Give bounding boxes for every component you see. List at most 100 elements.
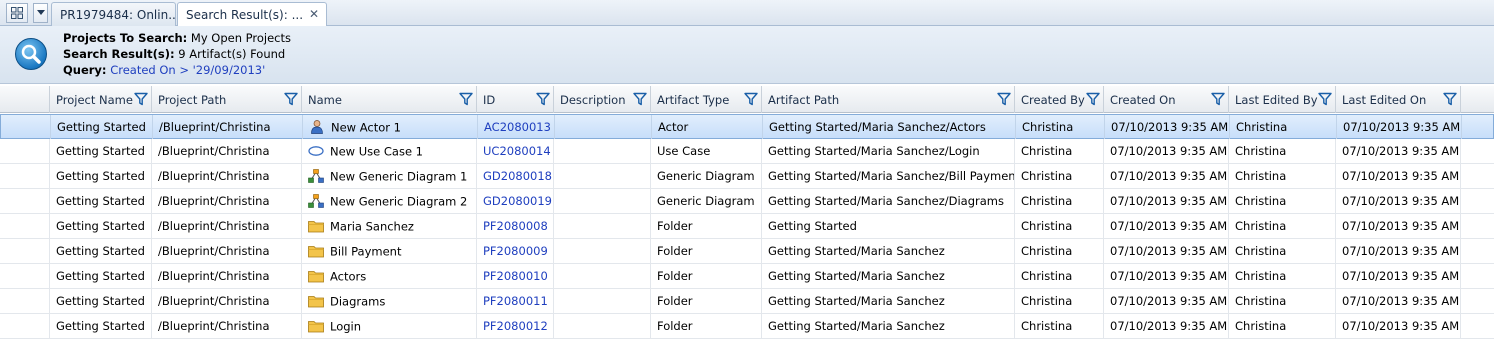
column-header-artifact-type[interactable]: Artifact Type — [651, 86, 762, 113]
cell-description — [554, 239, 651, 263]
cell-name: New Generic Diagram 1 — [302, 164, 477, 188]
column-header-created-on[interactable]: Created On — [1104, 86, 1229, 113]
table-row[interactable]: Getting Started/Blueprint/Christina Actor… — [0, 264, 1494, 289]
column-header-last-edited-on[interactable]: Last Edited On — [1336, 86, 1461, 113]
cell-edited-by: Christina — [1230, 115, 1337, 139]
cell-edited-by: Christina — [1229, 314, 1336, 338]
column-header-project-path[interactable]: Project Path — [152, 86, 302, 113]
row-selector[interactable] — [0, 214, 50, 238]
row-selector[interactable] — [0, 314, 50, 338]
artifact-id-link[interactable]: PF2080009 — [483, 244, 548, 258]
column-header-description[interactable]: Description — [554, 86, 651, 113]
cell-path: /Blueprint/Christina — [152, 289, 302, 313]
tab-grid-menu-button[interactable] — [6, 3, 28, 23]
generic-diagram-icon — [308, 193, 324, 208]
filter-icon[interactable] — [1086, 92, 1100, 106]
artifact-name: Login — [330, 319, 362, 334]
cell-name: New Actor 1 — [303, 115, 478, 139]
cell-type: Generic Diagram — [651, 189, 762, 213]
cell-path: /Blueprint/Christina — [152, 264, 302, 288]
cell-edited-on: 07/10/2013 9:35 AM — [1336, 164, 1461, 188]
filter-icon[interactable] — [134, 92, 148, 106]
artifact-id-link[interactable]: UC2080014 — [483, 144, 551, 158]
column-header-name[interactable]: Name — [302, 86, 477, 113]
row-selector[interactable] — [0, 189, 50, 213]
artifact-id-link[interactable]: GD2080019 — [483, 194, 552, 208]
column-header-artifact-path[interactable]: Artifact Path — [762, 86, 1015, 113]
cell-id: UC2080014 — [477, 139, 554, 163]
cell-project: Getting Started — [50, 289, 152, 313]
filter-icon[interactable] — [633, 92, 647, 106]
cell-edited-by: Christina — [1229, 289, 1336, 313]
column-header-label: Artifact Type — [657, 93, 730, 107]
row-selector[interactable] — [0, 164, 50, 188]
tab-strip: PR1979484: Onlin... Search Result(s): ..… — [0, 0, 1494, 27]
filter-icon[interactable] — [1211, 92, 1225, 106]
cell-edited-on: 07/10/2013 9:35 AM — [1336, 314, 1461, 338]
folder-icon — [308, 244, 324, 258]
close-icon[interactable]: ✕ — [309, 7, 319, 21]
artifact-id-link[interactable]: PF2080011 — [483, 294, 548, 308]
cell-artifact-path: Getting Started/Maria Sanchez/Login — [762, 139, 1015, 163]
cell-id: PF2080009 — [477, 239, 554, 263]
table-row[interactable]: Getting Started/Blueprint/Christina New G… — [0, 189, 1494, 214]
cell-type: Use Case — [651, 139, 762, 163]
grid-header: Project Name Project Path Name ID Descriptio… — [0, 86, 1494, 113]
column-header-id[interactable]: ID — [477, 86, 554, 113]
tab-list-dropdown-button[interactable] — [33, 3, 48, 23]
column-header-project-name[interactable]: Project Name — [50, 86, 152, 113]
cell-name: Maria Sanchez — [302, 214, 477, 238]
filter-icon[interactable] — [1443, 92, 1457, 106]
cell-type: Generic Diagram — [651, 164, 762, 188]
artifact-name: New Generic Diagram 1 — [330, 169, 468, 184]
cell-description — [554, 314, 651, 338]
cell-project: Getting Started — [51, 115, 153, 139]
cell-project: Getting Started — [50, 314, 152, 338]
folder-icon — [308, 219, 324, 233]
query-link[interactable]: Created On > '29/09/2013' — [110, 63, 265, 77]
row-selector[interactable] — [1, 115, 51, 139]
cell-created-by: Christina — [1015, 289, 1104, 313]
cell-path: /Blueprint/Christina — [153, 115, 303, 139]
artifact-id-link[interactable]: AC2080013 — [484, 120, 551, 134]
projects-value: My Open Projects — [190, 31, 291, 45]
cell-path: /Blueprint/Christina — [152, 189, 302, 213]
tab-project[interactable]: PR1979484: Onlin... — [51, 2, 180, 26]
filter-icon[interactable] — [744, 92, 758, 106]
artifact-name: New Actor 1 — [331, 120, 401, 135]
cell-description — [554, 189, 651, 213]
filter-icon[interactable] — [284, 92, 298, 106]
artifact-id-link[interactable]: PF2080010 — [483, 269, 548, 283]
results-label: Search Result(s): — [63, 47, 175, 61]
table-row[interactable]: Getting Started/Blueprint/Christina Bill … — [0, 239, 1494, 264]
chevron-down-icon — [36, 10, 45, 15]
column-header-last-edited-by[interactable]: Last Edited By — [1229, 86, 1336, 113]
table-row[interactable]: Getting Started/Blueprint/Christina Login… — [0, 314, 1494, 339]
column-header-created-by[interactable]: Created By — [1015, 86, 1104, 113]
row-selector-header — [0, 86, 50, 113]
filter-icon[interactable] — [997, 92, 1011, 106]
table-row[interactable]: Getting Started/Blueprint/Christina Maria… — [0, 214, 1494, 239]
tab-search-results[interactable]: Search Result(s): ... ✕ — [177, 2, 327, 27]
query-line: Query: Created On > '29/09/2013' — [63, 62, 291, 78]
artifact-id-link[interactable]: GD2080018 — [483, 169, 552, 183]
query-label: Query: — [63, 63, 107, 77]
artifact-id-link[interactable]: PF2080012 — [483, 319, 548, 333]
table-row[interactable]: Getting Started/Blueprint/Christina Diagr… — [0, 289, 1494, 314]
artifact-id-link[interactable]: PF2080008 — [483, 219, 548, 233]
cell-type: Folder — [651, 239, 762, 263]
cell-edited-on: 07/10/2013 9:35 AM — [1337, 115, 1462, 139]
artifact-name: Bill Payment — [330, 244, 402, 259]
filter-icon[interactable] — [459, 92, 473, 106]
table-row[interactable]: Getting Started/Blueprint/Christina New A… — [0, 114, 1494, 139]
filter-icon[interactable] — [1318, 92, 1332, 106]
row-selector[interactable] — [0, 264, 50, 288]
row-selector[interactable] — [0, 289, 50, 313]
generic-diagram-icon — [308, 168, 324, 183]
table-row[interactable]: Getting Started/Blueprint/Christina New U… — [0, 139, 1494, 164]
row-selector[interactable] — [0, 239, 50, 263]
table-row[interactable]: Getting Started/Blueprint/Christina New G… — [0, 164, 1494, 189]
cell-type: Folder — [651, 289, 762, 313]
row-selector[interactable] — [0, 139, 50, 163]
filter-icon[interactable] — [536, 92, 550, 106]
